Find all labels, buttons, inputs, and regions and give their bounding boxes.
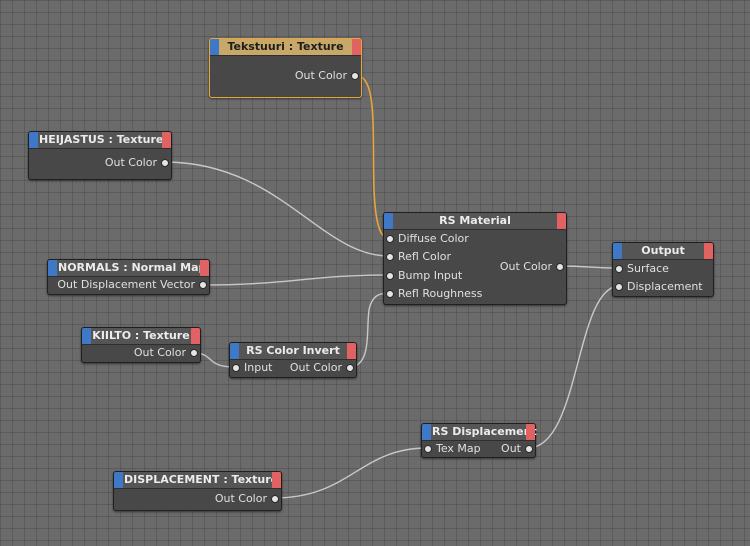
port-label-out-color: Out Color <box>133 346 186 359</box>
port-label-tex-map: Tex Map <box>436 442 481 455</box>
port-label-out-displacement-vector: Out Displacement Vector <box>57 278 195 291</box>
node-displacement-texture[interactable]: DISPLACEMENT : Texture Out Color <box>113 471 282 511</box>
node-rs-displacement[interactable]: RS Displacement Tex Map Out <box>421 423 537 458</box>
node-title: Output <box>641 244 685 257</box>
port-label-displacement: Displacement <box>627 280 703 293</box>
input-port-surface[interactable] <box>615 265 623 273</box>
node-accent-right <box>191 328 200 344</box>
node-accent-left <box>29 132 38 148</box>
node-header[interactable]: HEIJASTUS : Texture <box>29 132 171 149</box>
node-accent-left <box>210 39 219 55</box>
input-port-input[interactable] <box>232 364 240 372</box>
wire-heijastus-to-refl-color[interactable] <box>163 161 390 257</box>
node-accent-right <box>557 213 566 229</box>
port-label-out-color: Out Color <box>104 156 157 169</box>
output-port-out-displacement-vector[interactable] <box>199 281 207 289</box>
node-title: RS Color Invert <box>246 344 340 357</box>
node-accent-right <box>526 424 535 440</box>
node-accent-left <box>384 213 393 229</box>
node-title: Tekstuuri : Texture <box>227 40 344 53</box>
node-header[interactable]: Output <box>613 243 713 260</box>
output-port-out-color[interactable] <box>271 495 279 503</box>
node-title: KIILTO : Texture <box>92 329 190 342</box>
port-label-out: Out <box>501 442 521 455</box>
input-port-displacement[interactable] <box>615 283 623 291</box>
node-output[interactable]: Output Surface Displacement <box>612 242 714 297</box>
node-header[interactable]: RS Displacement <box>422 424 537 441</box>
node-accent-left <box>82 328 91 344</box>
output-port-out-color[interactable] <box>346 364 354 372</box>
input-port-tex-map[interactable] <box>424 445 432 453</box>
output-port-out-color[interactable] <box>556 263 564 271</box>
node-rs-material[interactable]: RS Material Diffuse Color Refl Color Bum… <box>383 212 567 305</box>
node-title: NORMALS : Normal Map <box>58 261 207 274</box>
node-accent-right <box>352 39 361 55</box>
node-normals-normal-map[interactable]: NORMALS : Normal Map Out Displacement Ve… <box>47 259 210 295</box>
node-title: RS Material <box>439 214 511 227</box>
output-port-out[interactable] <box>525 445 533 453</box>
input-port-bump-input[interactable] <box>386 272 394 280</box>
port-label-out-color: Out Color <box>214 492 267 505</box>
node-kiilto-texture[interactable]: KIILTO : Texture Out Color <box>81 327 201 363</box>
node-accent-right <box>162 132 171 148</box>
wire-normals-to-bump[interactable] <box>201 274 390 286</box>
wire-displacement-to-texmap[interactable] <box>273 447 428 499</box>
node-title: DISPLACEMENT : Texture <box>124 473 279 486</box>
output-port-out-color[interactable] <box>351 72 359 80</box>
node-accent-left <box>230 343 239 359</box>
node-header[interactable]: KIILTO : Texture <box>82 328 200 345</box>
port-label-out-color: Out Color <box>289 361 342 374</box>
port-label-refl-color: Refl Color <box>398 250 452 263</box>
node-heijastus-texture[interactable]: HEIJASTUS : Texture Out Color <box>28 131 172 180</box>
node-header[interactable]: NORMALS : Normal Map <box>48 260 209 277</box>
node-accent-left <box>613 243 622 259</box>
port-label-bump-input: Bump Input <box>398 269 463 282</box>
node-accent-left <box>114 472 123 488</box>
node-accent-right <box>347 343 356 359</box>
port-label-input: Input <box>244 361 273 374</box>
node-header[interactable]: DISPLACEMENT : Texture <box>114 472 281 489</box>
node-accent-left <box>422 424 431 440</box>
port-label-surface: Surface <box>627 262 669 275</box>
node-tekstuuri-texture[interactable]: Tekstuuri : Texture Out Color <box>209 38 362 98</box>
wire-material-to-surface[interactable] <box>557 265 619 269</box>
port-label-diffuse-color: Diffuse Color <box>398 232 469 245</box>
node-accent-right <box>704 243 713 259</box>
port-label-refl-roughness: Refl Roughness <box>398 287 483 300</box>
input-port-refl-color[interactable] <box>386 253 394 261</box>
node-rs-color-invert[interactable]: RS Color Invert Input Out Color <box>229 342 357 378</box>
node-accent-left <box>48 260 57 276</box>
output-port-out-color[interactable] <box>190 349 198 357</box>
node-header[interactable]: Tekstuuri : Texture <box>210 39 361 56</box>
input-port-diffuse-color[interactable] <box>386 235 394 243</box>
port-label-out-color: Out Color <box>294 69 347 82</box>
node-header[interactable]: RS Material <box>384 213 566 230</box>
node-accent-right <box>200 260 209 276</box>
output-port-out-color[interactable] <box>161 159 169 167</box>
node-title: HEIJASTUS : Texture <box>39 133 164 146</box>
port-label-out-color: Out Color <box>499 260 552 273</box>
input-port-refl-roughness[interactable] <box>386 290 394 298</box>
node-accent-right <box>272 472 281 488</box>
node-header[interactable]: RS Color Invert <box>230 343 356 360</box>
wire-rsdisp-to-output-displacement[interactable] <box>527 285 619 449</box>
node-title: RS Displacement <box>432 425 537 438</box>
